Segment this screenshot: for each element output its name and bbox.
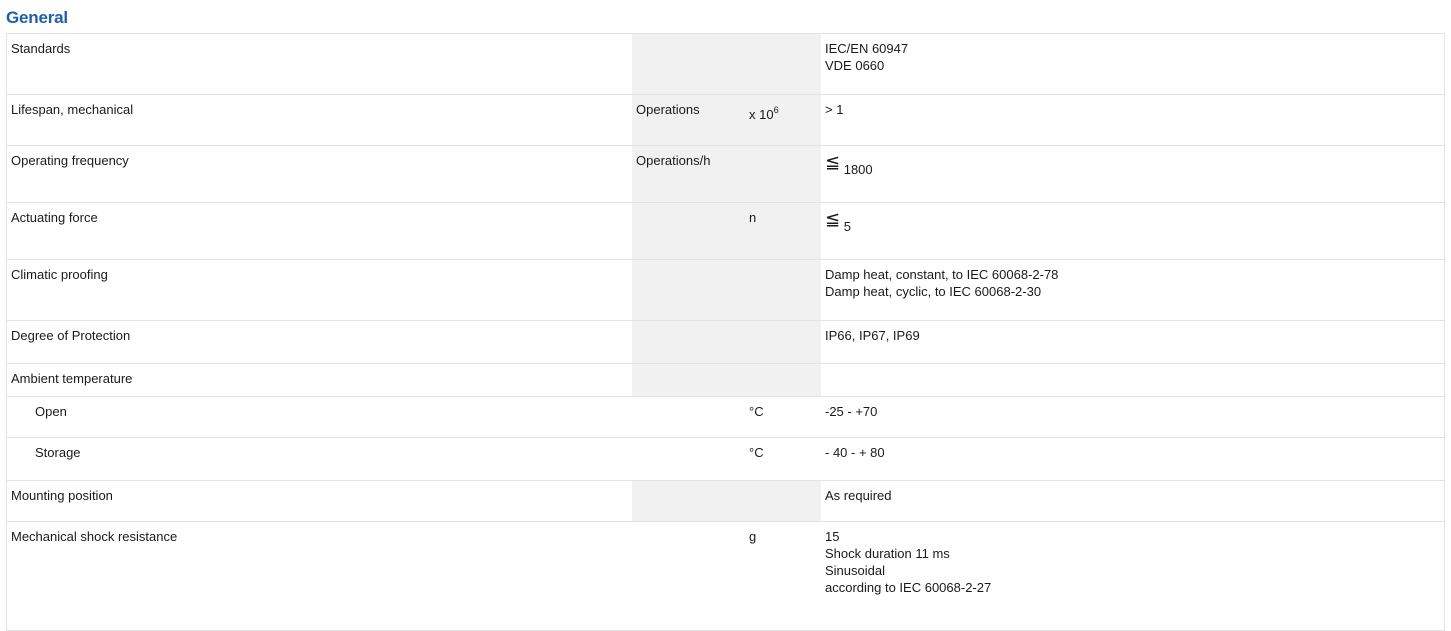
table-row: Mounting position As required [6, 480, 1445, 522]
row-label: Open [6, 396, 632, 438]
row-multiplier: °C [745, 396, 821, 438]
row-multiplier [745, 480, 821, 522]
table-row: Degree of Protection IP66, IP67, IP69 [6, 320, 1445, 364]
row-multiplier [745, 145, 821, 203]
row-multiplier: n [745, 202, 821, 260]
table-row: Mechanical shock resistance g 15 Shock d… [6, 521, 1445, 631]
multiplier-exponent: 6 [773, 105, 779, 115]
row-unit [632, 320, 745, 364]
table-row: Actuating force n ≦ 5 [6, 202, 1445, 260]
row-value: > 1 [821, 94, 1445, 146]
spec-table: Standards IEC/EN 60947 VDE 0660 Lifespan… [6, 33, 1445, 631]
row-unit [632, 202, 745, 260]
row-unit [632, 521, 745, 631]
row-multiplier [745, 320, 821, 364]
row-unit [632, 363, 745, 397]
multiplier-base: x 10 [749, 107, 774, 122]
row-multiplier: g [745, 521, 821, 631]
row-label: Actuating force [6, 202, 632, 260]
value-line: according to IEC 60068-2-27 [825, 580, 992, 595]
table-row: Climatic proofing Damp heat, constant, t… [6, 259, 1445, 321]
row-label: Climatic proofing [6, 259, 632, 321]
table-row: Ambient temperature [6, 363, 1445, 397]
row-value [821, 363, 1445, 397]
row-multiplier [745, 363, 821, 397]
row-value: ≦ 5 [821, 202, 1445, 260]
row-value: As required [821, 480, 1445, 522]
value-line: 15 [825, 529, 840, 544]
less-than-or-equal-icon: ≦ [825, 209, 841, 229]
row-label: Degree of Protection [6, 320, 632, 364]
row-unit [632, 437, 745, 481]
row-value: IP66, IP67, IP69 [821, 320, 1445, 364]
row-unit [632, 33, 745, 95]
row-unit [632, 396, 745, 438]
row-label: Mounting position [6, 480, 632, 522]
table-row: Operating frequency Operations/h ≦ 1800 [6, 145, 1445, 203]
table-row: Open °C -25 - +70 [6, 396, 1445, 438]
row-label: Operating frequency [6, 145, 632, 203]
row-multiplier: °C [745, 437, 821, 481]
less-than-or-equal-icon: ≦ [825, 152, 841, 172]
value-number: 1800 [843, 162, 873, 177]
row-multiplier [745, 33, 821, 95]
table-row: Storage °C - 40 - + 80 [6, 437, 1445, 481]
row-label: Ambient temperature [6, 363, 632, 397]
row-unit: Operations/h [632, 145, 745, 203]
value-line: Shock duration 11 ms [825, 546, 950, 561]
row-value: Damp heat, constant, to IEC 60068-2-78 D… [821, 259, 1445, 321]
row-label: Storage [6, 437, 632, 481]
value-line: IEC/EN 60947 [825, 41, 909, 56]
value-number: 5 [843, 219, 851, 234]
row-value: - 40 - + 80 [821, 437, 1445, 481]
row-unit [632, 480, 745, 522]
row-value: ≦ 1800 [821, 145, 1445, 203]
row-label: Lifespan, mechanical [6, 94, 632, 146]
value-line: Sinusoidal [825, 563, 885, 578]
row-multiplier: x 106 [745, 94, 821, 146]
table-row: Standards IEC/EN 60947 VDE 0660 [6, 33, 1445, 95]
row-multiplier [745, 259, 821, 321]
row-value: IEC/EN 60947 VDE 0660 [821, 33, 1445, 95]
row-unit: Operations [632, 94, 745, 146]
row-label: Mechanical shock resistance [6, 521, 632, 631]
row-value: 15 Shock duration 11 ms Sinusoidal accor… [821, 521, 1445, 631]
row-unit [632, 259, 745, 321]
table-row: Lifespan, mechanical Operations x 106 > … [6, 94, 1445, 146]
row-value: -25 - +70 [821, 396, 1445, 438]
value-line: VDE 0660 [825, 58, 885, 73]
value-line: Damp heat, constant, to IEC 60068-2-78 [825, 267, 1059, 282]
section-title: General [6, 8, 68, 27]
value-line: Damp heat, cyclic, to IEC 60068-2-30 [825, 284, 1042, 299]
row-label: Standards [6, 33, 632, 95]
spec-sheet: General Standards IEC/EN 60947 VDE 0660 … [0, 0, 1445, 631]
